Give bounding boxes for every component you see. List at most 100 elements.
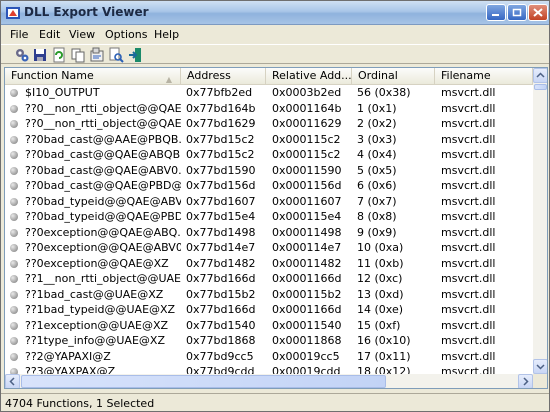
- maximize-icon: [512, 8, 522, 17]
- column-header-label: Address: [187, 69, 231, 82]
- table-cell: 0x0001156d: [272, 179, 342, 192]
- menu-help[interactable]: Help: [154, 28, 179, 41]
- table-row[interactable]: ??1exception@@UAE@XZ 0x77bd1540 0x00011540…: [5, 318, 533, 334]
- menu-options[interactable]: Options: [105, 28, 147, 41]
- table-cell: msvcrt.dll: [441, 210, 496, 223]
- scroll-down-icon: [536, 364, 545, 370]
- table-cell: msvcrt.dll: [441, 349, 496, 363]
- export-function-icon: [10, 244, 18, 252]
- table-row[interactable]: ??0__non_rtti_object@@QAE... 0x77bd1629 0x…: [5, 116, 533, 132]
- horizontal-scrollbar[interactable]: [5, 374, 533, 388]
- table-row[interactable]: ??1type_info@@UAE@XZ 0x77bd1868 0x00011868…: [5, 333, 533, 349]
- table-row[interactable]: ??3@YAXPAX@Z 0x77bd9cdd 0x00019cdd 18 (0x12…: [5, 364, 533, 374]
- table-cell: 0x77bd1482: [186, 256, 256, 270]
- maximize-button[interactable]: [507, 4, 527, 21]
- table-cell: ??0exception@@QAE@ABQ...: [25, 225, 181, 239]
- table-row[interactable]: ??0bad_cast@@QAE@ABV0... 0x77bd1590 0x0001…: [5, 163, 533, 179]
- table-row[interactable]: ??0exception@@QAE@XZ 0x77bd1482 0x00011482…: [5, 256, 533, 272]
- table-cell: 0x77bd9cdd: [186, 365, 255, 374]
- table-cell: ??0bad_typeid@@QAE@PBD...: [25, 210, 181, 223]
- column-header-ordinal[interactable]: Ordinal: [352, 68, 435, 85]
- table-cell: ??0bad_typeid@@QAE@ABV...: [25, 194, 181, 208]
- scroll-down-button[interactable]: [533, 359, 547, 374]
- column-header-filename[interactable]: Filename: [435, 68, 533, 85]
- table-cell: 0x000115e4: [272, 210, 342, 223]
- table-cell: 0x00011590: [272, 163, 342, 177]
- table-cell: 0x00011482: [272, 256, 342, 270]
- table-cell: 5 (0x5): [357, 163, 397, 177]
- table-cell: 0x000115c2: [272, 148, 341, 161]
- table-row[interactable]: ??1bad_typeid@@UAE@XZ 0x77bd166d 0x0001166…: [5, 302, 533, 318]
- copy-icon[interactable]: [70, 47, 86, 63]
- table-cell: msvcrt.dll: [441, 303, 496, 316]
- export-function-icon: [10, 290, 18, 299]
- table-cell: msvcrt.dll: [441, 86, 496, 99]
- scroll-right-icon: [523, 377, 529, 386]
- table-row[interactable]: ??1__non_rtti_object@@UAE... 0x77bd166d 0x…: [5, 271, 533, 287]
- table-cell: ??0exception@@QAE@ABV0...: [25, 241, 181, 254]
- table-cell: ??1bad_cast@@UAE@XZ: [25, 287, 164, 301]
- table-cell: 0x77bd1590: [186, 163, 256, 177]
- menu-edit[interactable]: Edit: [39, 28, 60, 41]
- export-function-icon: [10, 337, 18, 345]
- table-cell: ??0__non_rtti_object@@QAE...: [25, 101, 181, 115]
- export-function-icon: [10, 306, 18, 314]
- save-icon[interactable]: [32, 47, 48, 63]
- column-header-function-name[interactable]: Function Name ▲: [5, 68, 181, 85]
- table-cell: 0x00019cc5: [272, 349, 340, 363]
- menu-view[interactable]: View: [69, 28, 95, 41]
- table-row[interactable]: ??0__non_rtti_object@@QAE... 0x77bd164b 0x…: [5, 101, 533, 117]
- table-cell: 0x0001166d: [272, 272, 342, 285]
- scroll-up-button[interactable]: [533, 68, 547, 83]
- table-cell: 0x00011540: [272, 318, 342, 332]
- exports-list[interactable]: Function Name ▲ Address Relative Add... …: [4, 67, 548, 389]
- table-row[interactable]: $I10_OUTPUT 0x77bfb2ed 0x0003b2ed 56 (0x38)…: [5, 85, 533, 101]
- table-row[interactable]: ??0bad_cast@@AAE@PBQB... 0x77bd15c2 0x0001…: [5, 132, 533, 148]
- table-cell: 0x77bd166d: [186, 303, 256, 316]
- table-row[interactable]: ??0bad_cast@@QAE@PBD@Z 0x77bd156d 0x000115…: [5, 178, 533, 194]
- status-bar: 4704 Functions, 1 Selected: [1, 393, 549, 411]
- table-cell: msvcrt.dll: [441, 318, 496, 332]
- table-row[interactable]: ??2@YAPAXI@Z 0x77bd9cc5 0x00019cc5 17 (0x11…: [5, 349, 533, 365]
- table-row[interactable]: ??0exception@@QAE@ABV0... 0x77bd14e7 0x000…: [5, 240, 533, 256]
- table-cell: msvcrt.dll: [441, 287, 496, 301]
- column-header-label: Function Name: [11, 69, 94, 82]
- table-row[interactable]: ??0exception@@QAE@ABQ... 0x77bd1498 0x0001…: [5, 225, 533, 241]
- table-row[interactable]: ??0bad_cast@@QAE@ABQB... 0x77bd15c2 0x0001…: [5, 147, 533, 163]
- properties-icon[interactable]: [89, 47, 105, 63]
- table-row[interactable]: ??0bad_typeid@@QAE@PBD... 0x77bd15e4 0x000…: [5, 209, 533, 225]
- vertical-scrollbar[interactable]: [533, 68, 547, 374]
- title-bar[interactable]: DLL Export Viewer: [1, 1, 549, 25]
- export-function-icon: [10, 135, 18, 144]
- search-icon[interactable]: [108, 47, 124, 63]
- table-cell: ??1exception@@UAE@XZ: [25, 318, 169, 332]
- table-cell: 0x77bd15e4: [186, 210, 256, 223]
- table-cell: ??0__non_rtti_object@@QAE...: [25, 117, 181, 130]
- table-cell: 0x00011607: [272, 194, 342, 208]
- menu-file[interactable]: File: [10, 28, 28, 41]
- scroll-left-button[interactable]: [5, 374, 20, 388]
- scroll-right-button[interactable]: [518, 374, 533, 388]
- table-cell: ??1type_info@@UAE@XZ: [25, 334, 165, 347]
- list-rows: $I10_OUTPUT 0x77bfb2ed 0x0003b2ed 56 (0x38)…: [5, 85, 533, 374]
- status-text: 4704 Functions, 1 Selected: [5, 397, 155, 410]
- table-cell: 0x77bd9cc5: [186, 349, 254, 363]
- table-row[interactable]: ??0bad_typeid@@QAE@ABV... 0x77bd1607 0x000…: [5, 194, 533, 210]
- vertical-scroll-thumb[interactable]: [534, 84, 547, 90]
- column-header-relative-address[interactable]: Relative Add...: [266, 68, 352, 85]
- table-cell: 7 (0x7): [357, 194, 397, 208]
- minimize-button[interactable]: [486, 4, 506, 21]
- table-cell: msvcrt.dll: [441, 179, 496, 192]
- column-header-label: Relative Add...: [272, 69, 352, 82]
- column-header-address[interactable]: Address: [181, 68, 266, 85]
- table-row[interactable]: ??1bad_cast@@UAE@XZ 0x77bd15b2 0x000115b2 1…: [5, 287, 533, 303]
- close-button[interactable]: [528, 4, 548, 21]
- table-cell: msvcrt.dll: [441, 272, 496, 285]
- column-header-label: Ordinal: [358, 69, 398, 82]
- scroll-up-icon: [536, 72, 545, 78]
- options-icon[interactable]: [14, 47, 30, 63]
- refresh-icon[interactable]: [51, 47, 67, 63]
- exit-icon[interactable]: [127, 47, 143, 63]
- table-cell: 12 (0xc): [357, 272, 403, 285]
- horizontal-scroll-thumb[interactable]: [21, 375, 386, 388]
